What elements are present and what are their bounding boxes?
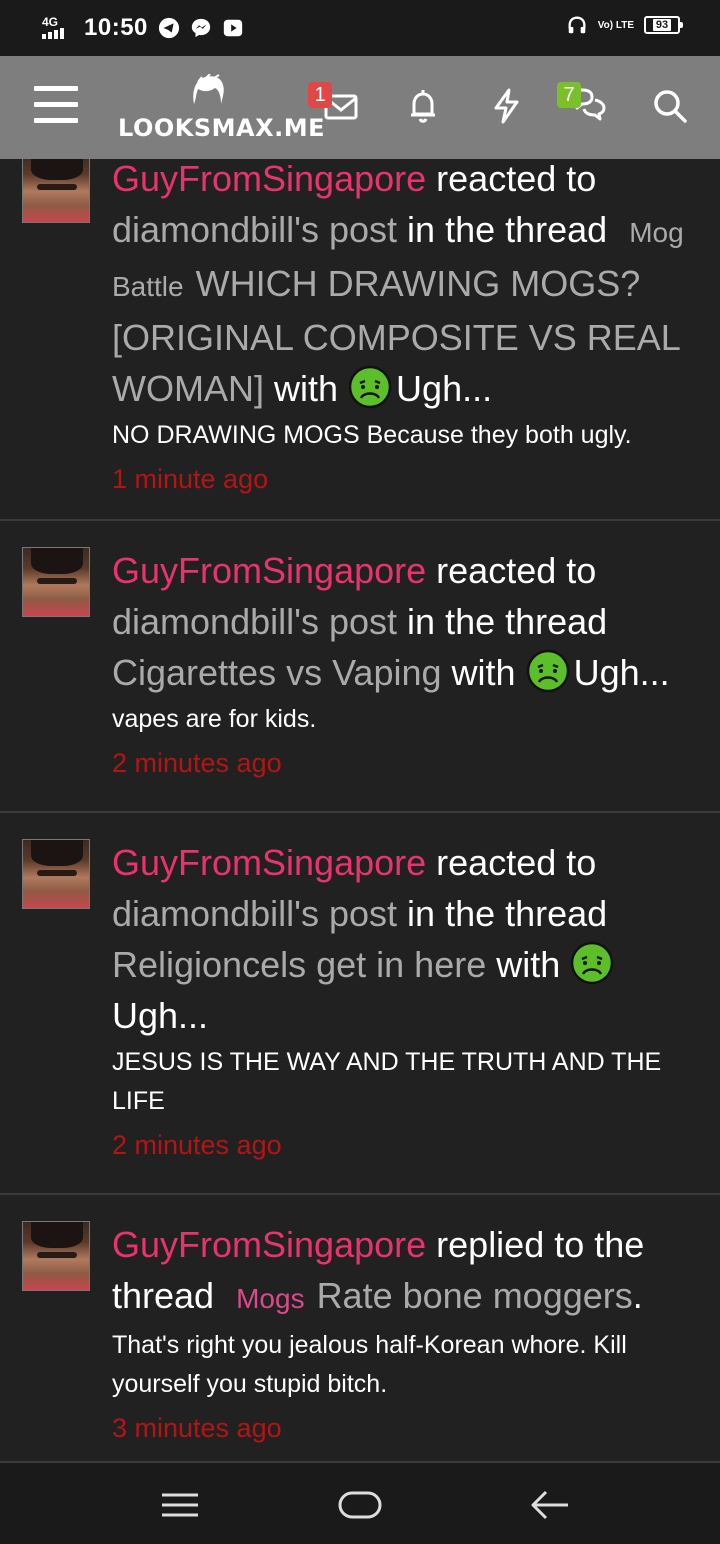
avatar[interactable] <box>22 547 90 617</box>
headphones-icon <box>568 16 586 34</box>
battery-icon: 93 <box>644 16 683 34</box>
search-icon[interactable] <box>650 86 690 126</box>
avatar[interactable] <box>22 1221 90 1291</box>
reaction-label: Ugh... <box>112 995 209 1036</box>
alert-item[interactable]: GuyFromSingapore reacted to diamondbill'… <box>0 521 720 813</box>
menu-icon[interactable] <box>34 86 80 124</box>
alert-item[interactable]: GuyFromSingapore reacted to diamondbill'… <box>0 813 720 1195</box>
reaction-label: Ugh... <box>573 652 670 693</box>
inbox-badge: 1 <box>308 82 332 108</box>
thread-link[interactable]: Rate bone moggers <box>317 1275 633 1316</box>
battery-level: 93 <box>652 19 672 31</box>
avatar[interactable] <box>22 159 90 223</box>
post-snippet: vapes are for kids. <box>112 705 317 733</box>
sick-face-icon <box>348 365 392 409</box>
timestamp: 2 minutes ago <box>112 748 282 778</box>
clock: 10:50 <box>84 14 148 41</box>
timestamp: 2 minutes ago <box>112 1130 282 1160</box>
bell-icon[interactable] <box>404 86 444 126</box>
network-type: 4G <box>42 15 59 29</box>
app-header: LOOKSMAX.ME 1 7 <box>0 56 720 159</box>
home-icon[interactable] <box>338 1485 382 1525</box>
post-snippet: JESUS IS THE WAY AND THE TRUTH AND THE L… <box>112 1048 662 1115</box>
post-link[interactable]: diamondbill's post <box>112 893 397 934</box>
alert-headline: GuyFromSingapore replied to the thread M… <box>112 1224 645 1316</box>
post-snippet: NO DRAWING MOGS Because they both ugly. <box>112 421 632 449</box>
thread-link[interactable]: Cigarettes vs Vaping <box>112 652 442 693</box>
bolt-icon[interactable] <box>487 86 527 126</box>
avatar[interactable] <box>22 839 90 909</box>
signal-icon: 4G <box>40 16 74 40</box>
system-nav-bar <box>0 1461 720 1544</box>
thread-prefix[interactable]: Mogs <box>224 1283 316 1314</box>
site-logo[interactable]: LOOKSMAX.ME <box>118 74 324 144</box>
post-link[interactable]: diamondbill's post <box>112 601 397 642</box>
thread-link[interactable]: Religioncels get in here <box>112 944 486 985</box>
username-link[interactable]: GuyFromSingapore <box>112 159 426 199</box>
youtube-icon <box>223 19 243 37</box>
timestamp: 3 minutes ago <box>112 1413 282 1443</box>
username-link[interactable]: GuyFromSingapore <box>112 550 426 591</box>
alert-headline: GuyFromSingapore reacted to diamondbill'… <box>112 837 692 1041</box>
messenger-icon <box>191 18 211 38</box>
logo-text: LOOKSMAX.ME <box>118 114 325 142</box>
telegram-icon <box>158 17 179 39</box>
alerts-feed: GuyFromSingapore reacted to diamondbill'… <box>0 159 720 1461</box>
conversations-badge: 7 <box>557 82 581 108</box>
alert-headline: GuyFromSingapore reacted to diamondbill'… <box>112 159 684 409</box>
username-link[interactable]: GuyFromSingapore <box>112 1224 426 1265</box>
sick-face-icon <box>526 649 569 693</box>
post-link[interactable]: diamondbill's post <box>112 209 397 250</box>
volte-indicator: Vo) LTE <box>597 19 634 31</box>
sick-face-icon <box>571 941 614 985</box>
logo-hair-icon <box>193 74 224 104</box>
back-icon[interactable] <box>528 1485 572 1525</box>
recent-apps-icon[interactable] <box>158 1485 202 1525</box>
reaction-label: Ugh... <box>396 368 493 409</box>
status-bar: 4G 10:50 Vo) LTE 93 <box>0 0 720 56</box>
post-snippet: That's right you jealous half-Korean who… <box>112 1331 627 1398</box>
username-link[interactable]: GuyFromSingapore <box>112 842 426 883</box>
alert-headline: GuyFromSingapore reacted to diamondbill'… <box>112 550 670 693</box>
timestamp: 1 minute ago <box>112 464 269 494</box>
alert-item[interactable]: GuyFromSingapore replied to the thread M… <box>0 1195 720 1455</box>
alert-item[interactable]: GuyFromSingapore reacted to diamondbill'… <box>0 159 720 521</box>
